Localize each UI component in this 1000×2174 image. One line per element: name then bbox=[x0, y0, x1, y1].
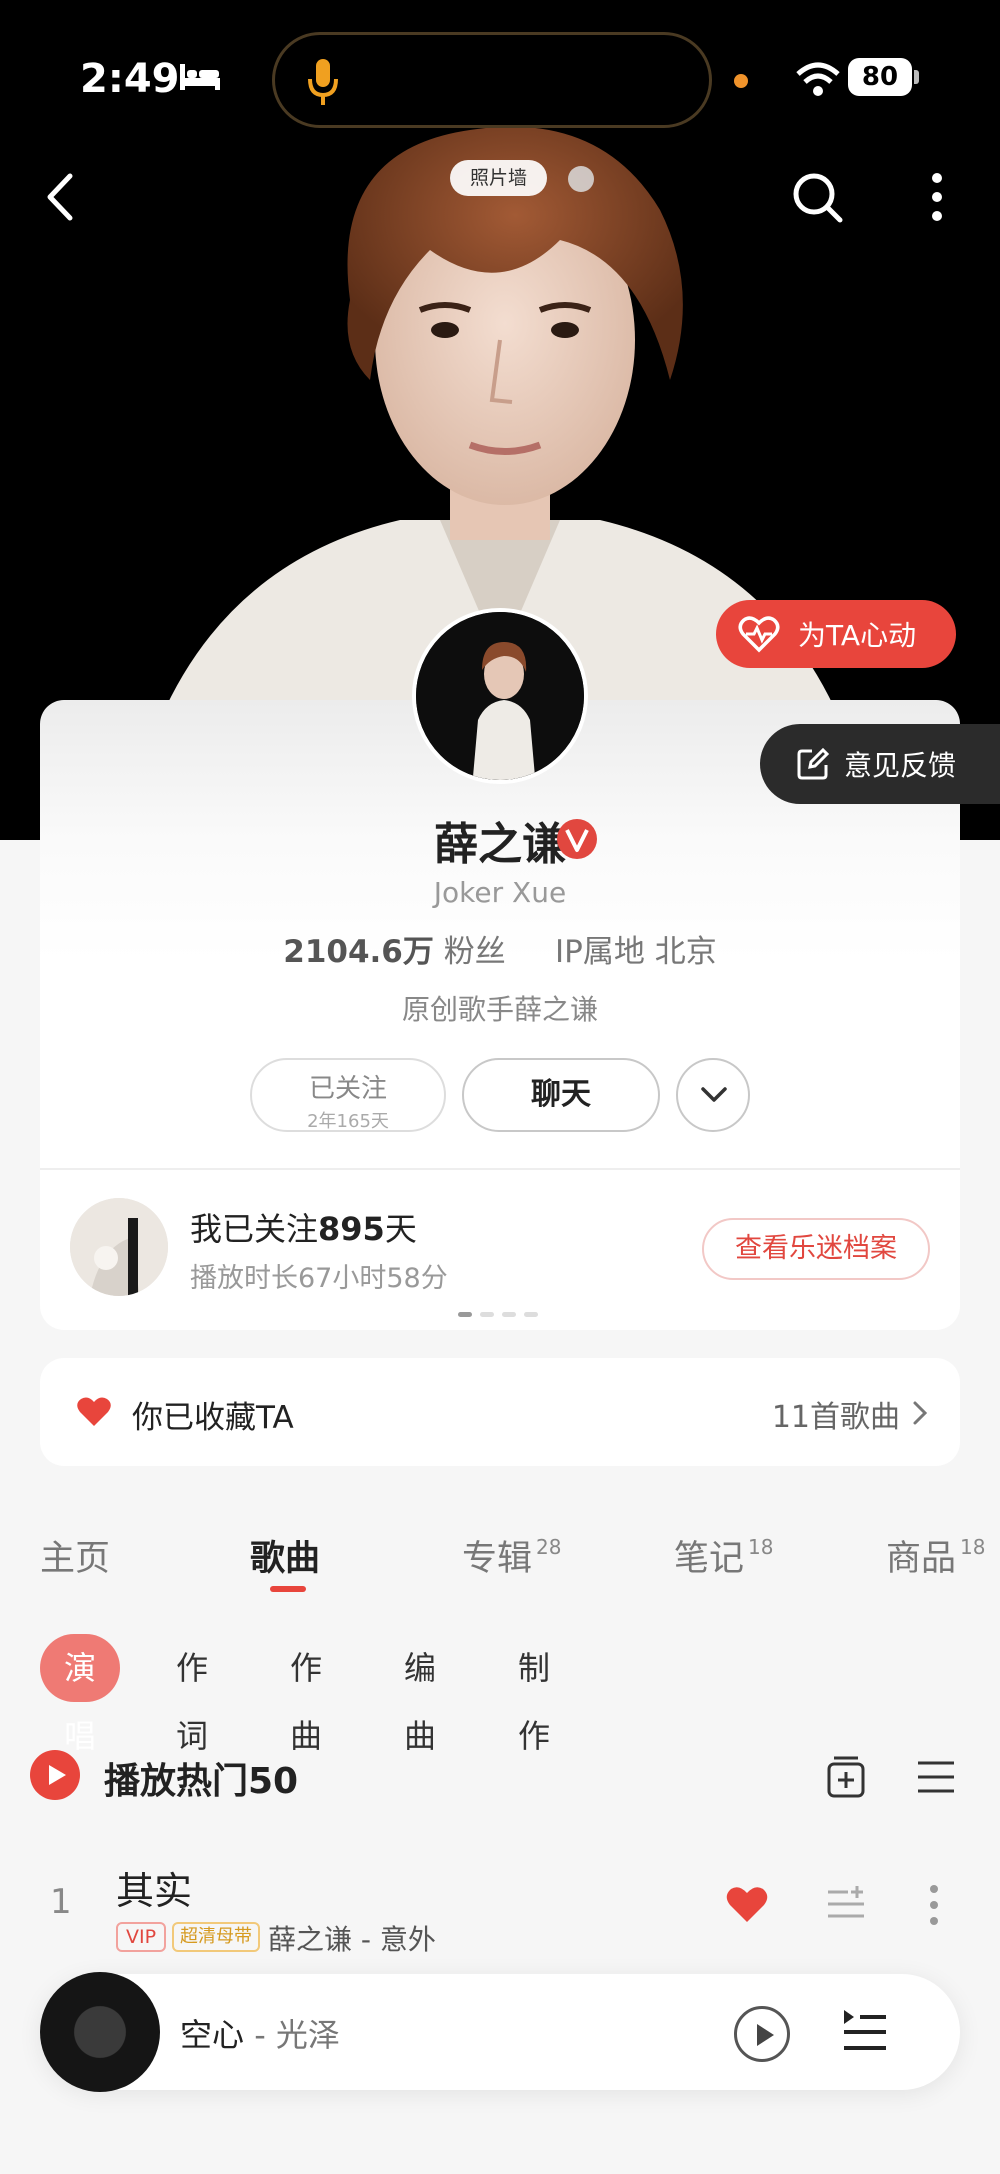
tab-albums-label: 专辑 bbox=[462, 1539, 533, 1579]
follow-days-suffix: 天 bbox=[384, 1210, 417, 1248]
collection-label: 你已收藏TA bbox=[132, 1400, 294, 1436]
feedback-button[interactable]: 意见反馈 bbox=[760, 724, 1000, 804]
dynamic-island bbox=[272, 32, 712, 128]
photo-indicator-dot bbox=[568, 166, 594, 192]
quality-tag: 超清母带 bbox=[172, 1922, 260, 1952]
mini-player-track: 空心 - 光泽 bbox=[180, 2010, 340, 2056]
filter-produce[interactable]: 制作 bbox=[518, 1634, 550, 1755]
vip-tag: VIP bbox=[116, 1922, 167, 1952]
followed-label: 已关注 bbox=[308, 1074, 387, 1104]
tab-products[interactable]: 商品 18 bbox=[886, 1530, 985, 1581]
followed-button[interactable]: 已关注 2年165天 bbox=[250, 1058, 446, 1132]
mini-player-artist: - 光泽 bbox=[254, 2016, 340, 2054]
play-icon bbox=[49, 1765, 66, 1785]
mini-player-song: 空心 bbox=[180, 2016, 245, 2054]
filter-compose[interactable]: 作曲 bbox=[290, 1634, 322, 1755]
mini-play-button[interactable] bbox=[734, 2006, 790, 2062]
artist-tabs: 主页 歌曲 专辑 28 笔记 18 商品 18 bbox=[0, 1530, 1000, 1610]
follow-days-prefix: 我已关注 bbox=[190, 1210, 319, 1248]
privacy-indicator-dot bbox=[734, 74, 748, 88]
collection-count: 11首歌曲 bbox=[771, 1400, 900, 1435]
tab-notes-count: 18 bbox=[748, 1535, 774, 1559]
ip-location: IP属地 北京 bbox=[555, 934, 717, 970]
page-dot-active bbox=[458, 1312, 472, 1317]
filter-arrange[interactable]: 编曲 bbox=[404, 1634, 436, 1755]
song-more-icon[interactable] bbox=[926, 1884, 942, 1926]
song-index: 1 bbox=[50, 1882, 72, 1922]
feedback-label: 意见反馈 bbox=[844, 749, 957, 782]
microphone-icon bbox=[308, 59, 338, 105]
battery-indicator: 80 bbox=[848, 58, 912, 96]
tab-home[interactable]: 主页 bbox=[40, 1530, 110, 1581]
play-all-button[interactable] bbox=[30, 1750, 80, 1800]
song-title: 其实 bbox=[116, 1869, 193, 1913]
followed-duration: 2年165天 bbox=[307, 1111, 389, 1132]
follow-days-value: 895 bbox=[318, 1210, 385, 1248]
song-artist-album: 薛之谦 - 意外 bbox=[268, 1923, 436, 1956]
collection-card[interactable]: 你已收藏TA 11首歌曲 bbox=[40, 1358, 960, 1466]
status-bar: 2:49 80 bbox=[0, 30, 1000, 130]
page-indicator bbox=[458, 1312, 542, 1318]
heartbeat-icon bbox=[738, 616, 780, 653]
multi-select-list-icon[interactable] bbox=[916, 1760, 956, 1794]
mini-player-cover[interactable] bbox=[40, 1972, 160, 2092]
avatar-image bbox=[416, 612, 584, 780]
tab-home-label: 主页 bbox=[40, 1539, 111, 1579]
tab-notes-label: 笔记 bbox=[674, 1539, 745, 1579]
chat-button[interactable]: 聊天 bbox=[462, 1058, 660, 1132]
tab-products-label: 商品 bbox=[886, 1539, 957, 1579]
page-dot bbox=[524, 1312, 538, 1317]
search-icon[interactable] bbox=[790, 170, 844, 224]
status-time: 2:49 bbox=[80, 56, 180, 102]
tab-songs[interactable]: 歌曲 bbox=[250, 1530, 320, 1581]
fan-archive-button[interactable]: 查看乐迷档案 bbox=[702, 1218, 930, 1280]
tab-notes[interactable]: 笔记 18 bbox=[674, 1530, 773, 1581]
tab-albums[interactable]: 专辑 28 bbox=[462, 1530, 561, 1581]
chevron-down-icon bbox=[701, 1087, 727, 1102]
heart-button-label: 为TA心动 bbox=[798, 619, 917, 652]
photo-wall-button[interactable]: 照片墙 bbox=[450, 160, 548, 196]
verified-badge-icon bbox=[557, 819, 597, 859]
heart-for-artist-button[interactable]: 为TA心动 bbox=[716, 600, 956, 668]
play-duration: 播放时长67小时58分 bbox=[190, 1263, 448, 1294]
card-divider bbox=[40, 1168, 960, 1170]
add-to-queue-icon[interactable] bbox=[826, 1884, 866, 1924]
heart-filled-icon bbox=[77, 1397, 111, 1426]
follow-days: 我已关注895天 bbox=[190, 1204, 417, 1250]
play-hot-label[interactable]: 播放热门50 bbox=[104, 1752, 298, 1804]
chevron-right-icon bbox=[913, 1401, 928, 1425]
edit-note-icon bbox=[797, 747, 830, 780]
artist-stats: 2104.6万 粉丝 IP属地 北京 bbox=[0, 926, 1000, 971]
active-tab-indicator bbox=[270, 1586, 306, 1592]
page-dot bbox=[502, 1312, 516, 1317]
fans-label: 粉丝 bbox=[443, 934, 506, 970]
filter-lyrics[interactable]: 作词 bbox=[176, 1634, 208, 1755]
artist-name: 薛之谦 bbox=[0, 808, 1000, 872]
user-avatar-image bbox=[70, 1198, 168, 1296]
tab-albums-count: 28 bbox=[536, 1535, 562, 1559]
page-dot bbox=[480, 1312, 494, 1317]
mini-player[interactable]: 空心 - 光泽 bbox=[40, 1972, 960, 2092]
artist-bio: 原创歌手薛之谦 bbox=[401, 993, 598, 1026]
filter-sing[interactable]: 演唱 bbox=[40, 1634, 121, 1755]
artist-english-name: Joker Xue bbox=[433, 876, 567, 909]
playlist-queue-icon[interactable] bbox=[840, 2006, 890, 2058]
more-vertical-icon[interactable] bbox=[920, 170, 954, 224]
user-avatar bbox=[70, 1198, 168, 1296]
expand-more-button[interactable] bbox=[676, 1058, 750, 1132]
tab-songs-label: 歌曲 bbox=[250, 1539, 321, 1579]
battery-tip bbox=[914, 70, 919, 84]
artist-avatar[interactable] bbox=[412, 608, 588, 784]
play-icon bbox=[757, 2024, 774, 2046]
back-arrow-icon[interactable] bbox=[40, 170, 80, 224]
add-to-playlist-icon[interactable] bbox=[826, 1754, 866, 1798]
tab-products-count: 18 bbox=[960, 1535, 986, 1559]
artist-name-text: 薛之谦 bbox=[434, 819, 566, 870]
like-heart-icon[interactable] bbox=[726, 1886, 768, 1924]
sleep-focus-icon bbox=[180, 64, 220, 90]
fans-count: 2104.6万 bbox=[283, 934, 434, 970]
wifi-icon bbox=[796, 62, 840, 96]
